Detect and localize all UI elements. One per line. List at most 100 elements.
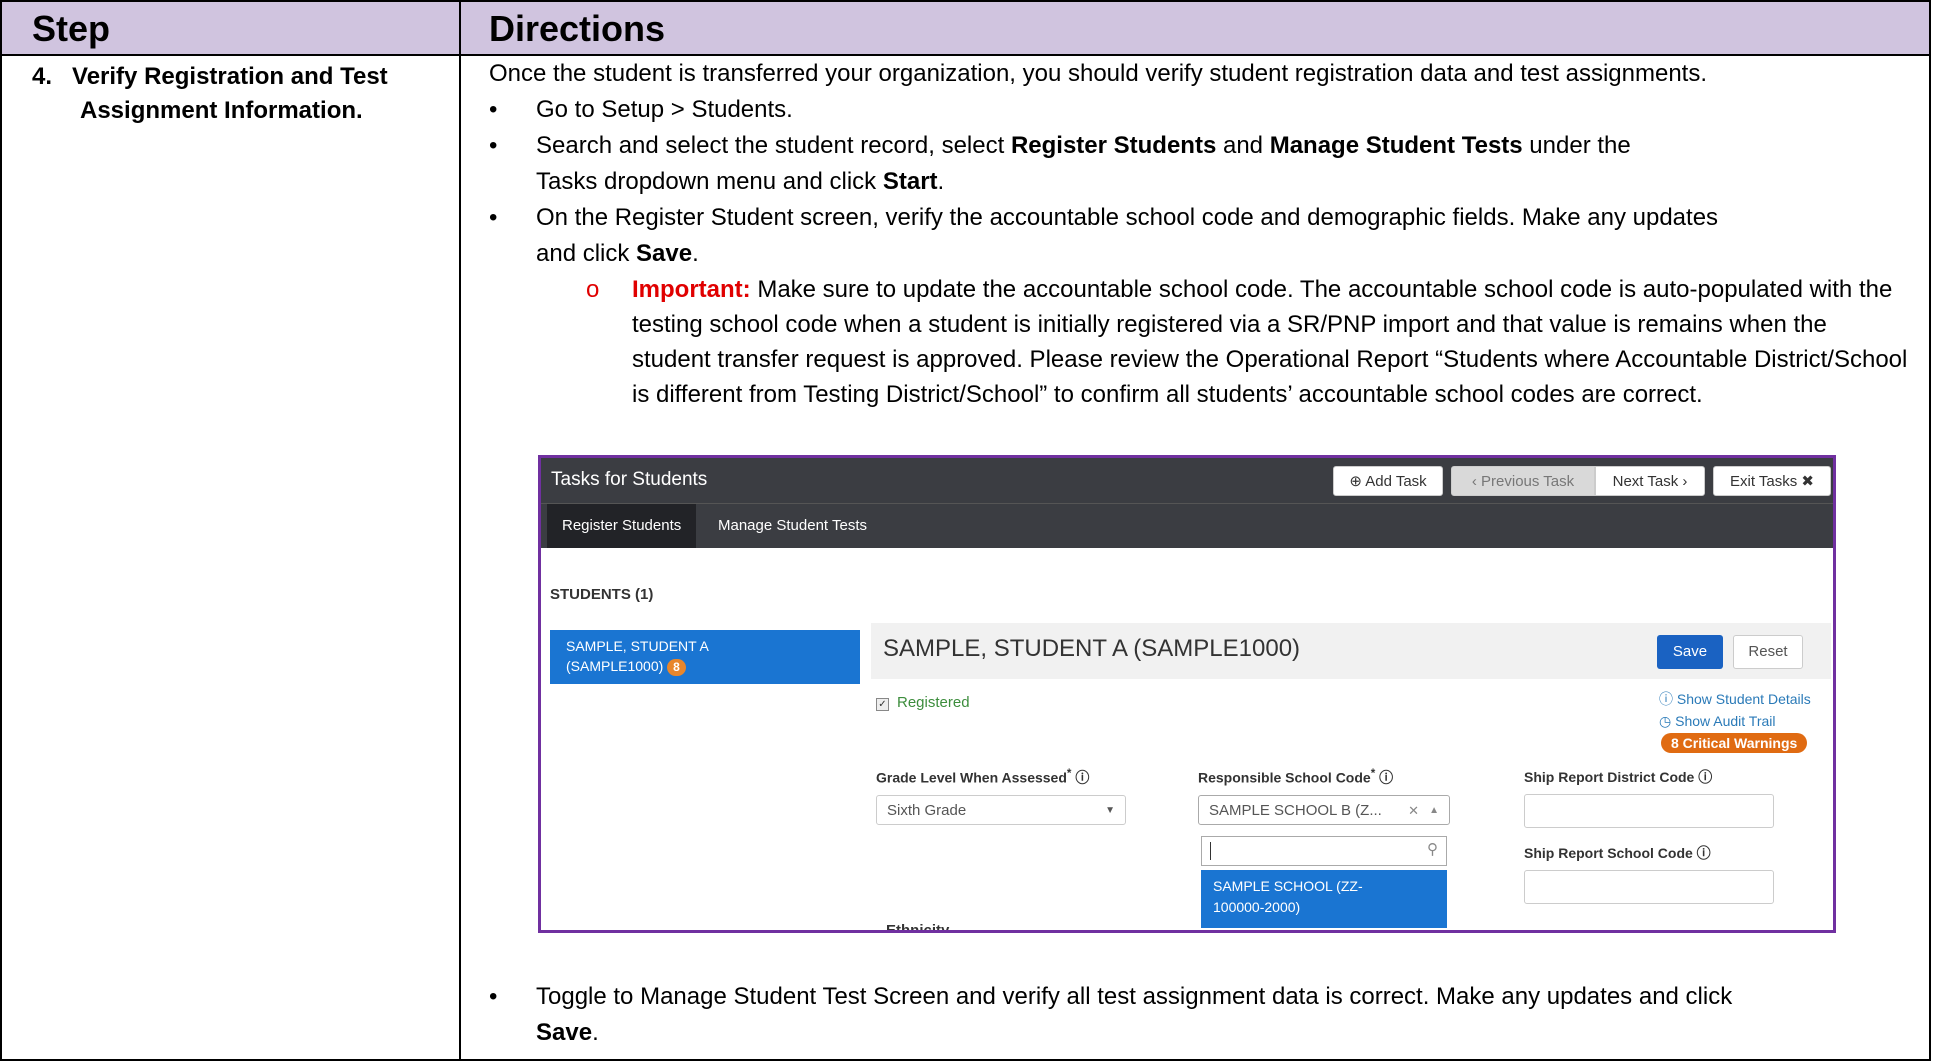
chevron-right-icon: › <box>1682 473 1688 490</box>
bold-text: Save <box>536 1019 593 1046</box>
ship-district-label: Ship Report District Code ⓘ <box>1524 767 1712 787</box>
bullet-item: • Go to Setup > Students. <box>489 92 1909 128</box>
bullet-item: • Search and select the student record, … <box>489 128 1909 200</box>
ship-school-input[interactable] <box>1524 870 1774 904</box>
bullet-text: On the Register Student screen, verify t… <box>536 204 1719 231</box>
option-line1: SAMPLE SCHOOL (ZZ- <box>1213 878 1363 894</box>
bullet-dot: • <box>489 983 498 1010</box>
option-line2: 100000-2000) <box>1213 899 1301 915</box>
ship-school-label: Ship Report School Code ⓘ <box>1524 843 1711 863</box>
info-icon: ⓘ <box>1696 845 1711 861</box>
grade-value: Sixth Grade <box>887 802 967 819</box>
bullet-dot: • <box>489 96 498 123</box>
previous-task-button[interactable]: ‹ Previous Task <box>1451 466 1595 496</box>
add-task-button[interactable]: ⊕ Add Task <box>1333 466 1443 496</box>
bullet-item: • On the Register Student screen, verify… <box>489 200 1909 272</box>
bullet-text: . <box>592 1019 599 1046</box>
exit-tasks-label: Exit Tasks <box>1730 473 1798 490</box>
step-cell: 4. Verify Registration and Test Assignme… <box>32 60 388 128</box>
show-audit-trail-link[interactable]: ◷ Show Audit Trail <box>1659 710 1811 732</box>
student-name-title: SAMPLE, STUDENT A (SAMPLE1000) <box>883 635 1301 662</box>
critical-warnings-badge[interactable]: 8 Critical Warnings <box>1661 733 1808 753</box>
tasks-title: Tasks for Students <box>551 469 708 490</box>
header-step: Step <box>32 8 111 49</box>
search-icon: ⚲ <box>1427 841 1438 858</box>
ship-district-text: Ship Report District Code <box>1524 769 1695 785</box>
close-icon: ✖ <box>1801 473 1814 490</box>
grade-level-label: Grade Level When Assessed* ⓘ <box>876 767 1090 786</box>
school-search-input[interactable]: ⚲ <box>1201 836 1447 866</box>
tasks-title-bar: Tasks for Students ⊕ Add Task ‹ Previous… <box>541 458 1833 503</box>
info-icon: ⓘ <box>1379 769 1394 786</box>
embedded-screenshot: Tasks for Students ⊕ Add Task ‹ Previous… <box>538 455 1836 933</box>
info-icon: ⓘ <box>1698 769 1713 785</box>
tab-register-students[interactable]: Register Students <box>547 504 697 548</box>
bold-text: Register Students <box>1010 132 1217 159</box>
bullet-dot: • <box>489 204 498 231</box>
directions-cell: Once the student is transferred your org… <box>489 56 1909 412</box>
chevron-down-icon: ▼ <box>1105 805 1115 816</box>
bullet-text: and click <box>536 240 637 267</box>
clock-icon: ◷ <box>1659 713 1672 729</box>
bold-text: Save <box>636 240 693 267</box>
tasks-tabs: Register Students Manage Student Tests <box>541 503 1833 548</box>
next-task-label: Next Task <box>1612 473 1679 490</box>
next-task-button[interactable]: Next Task › <box>1595 466 1705 496</box>
registered-label: Registered <box>897 694 970 711</box>
column-divider <box>459 2 461 1059</box>
sub-bullet-marker: o <box>586 276 600 303</box>
tab-manage-student-tests[interactable]: Manage Student Tests <box>703 504 882 548</box>
add-task-label: Add Task <box>1365 473 1427 490</box>
bullet-text: Search and select the student record, se… <box>536 132 1011 159</box>
student-list-item[interactable]: SAMPLE, STUDENT A (SAMPLE1000) 8 <box>550 630 860 684</box>
step-title-line2: Assignment Information. <box>80 97 363 124</box>
bullet-text: under the <box>1522 132 1631 159</box>
warning-count-badge: 8 <box>667 659 686 676</box>
info-icon: ⓘ <box>1075 769 1090 786</box>
intro-text: Once the student is transferred your org… <box>489 60 1708 87</box>
student-panel-header: SAMPLE, STUDENT A (SAMPLE1000) Save Rese… <box>871 623 1831 679</box>
info-icon: ⓘ <box>1659 691 1673 707</box>
grade-label-text: Grade Level When Assessed <box>876 769 1067 786</box>
responsible-school-label: Responsible School Code* ⓘ <box>1198 767 1394 786</box>
ethnicity-label: Ethnicity <box>886 922 950 933</box>
reset-button[interactable]: Reset <box>1733 635 1803 669</box>
student-item-id: (SAMPLE1000) <box>566 658 664 674</box>
ship-district-input[interactable] <box>1524 794 1774 828</box>
bold-text: Start <box>882 168 938 195</box>
step-title-line1: 4. Verify Registration and Test <box>32 63 388 90</box>
plus-circle-icon: ⊕ <box>1349 473 1362 490</box>
student-item-name: SAMPLE, STUDENT A <box>566 638 709 654</box>
bullet-text: Go to Setup > Students. <box>536 96 793 123</box>
bullet-item: • Toggle to Manage Student Test Screen a… <box>489 979 1933 1051</box>
students-heading: STUDENTS (1) <box>550 586 654 603</box>
school-option[interactable]: SAMPLE SCHOOL (ZZ- 100000-2000) <box>1201 870 1447 928</box>
responsible-school-select[interactable]: SAMPLE SCHOOL B (Z... ✕ ▲ <box>1198 795 1450 825</box>
ship-school-text: Ship Report School Code <box>1524 845 1693 861</box>
show-details-label: Show Student Details <box>1676 691 1811 707</box>
registered-checkbox[interactable]: ✓ Registered <box>876 694 970 711</box>
resp-value: SAMPLE SCHOOL B (Z... <box>1209 802 1382 819</box>
chevron-up-icon: ▲ <box>1429 805 1439 816</box>
bold-text: Manage Student Tests <box>1269 132 1523 159</box>
previous-task-label: Previous Task <box>1481 473 1575 490</box>
important-label: Important: <box>632 276 751 303</box>
bullet-text: Tasks dropdown menu and click <box>536 168 883 195</box>
show-audit-label: Show Audit Trail <box>1675 713 1776 729</box>
important-text: Make sure to update the accountable scho… <box>632 276 1908 408</box>
bullet-text: Toggle to Manage Student Test Screen and… <box>536 983 1733 1010</box>
header-directions: Directions <box>489 8 666 49</box>
save-button[interactable]: Save <box>1657 635 1723 669</box>
show-student-details-link[interactable]: ⓘ Show Student Details <box>1659 688 1811 710</box>
checkbox-checked-icon: ✓ <box>876 698 889 711</box>
resp-label-text: Responsible School Code <box>1198 769 1371 786</box>
grade-level-select[interactable]: Sixth Grade ▼ <box>876 795 1126 825</box>
bullet-text: and <box>1216 132 1270 159</box>
student-links: ⓘ Show Student Details ◷ Show Audit Trai… <box>1659 688 1811 754</box>
exit-tasks-button[interactable]: Exit Tasks ✖ <box>1713 466 1831 496</box>
text-cursor <box>1210 842 1211 860</box>
clear-icon[interactable]: ✕ <box>1408 796 1419 826</box>
bullet-text: . <box>692 240 699 267</box>
table-header-row: Step Directions <box>2 2 1929 56</box>
sub-bullet-item: o Important: Make sure to update the acc… <box>489 272 1909 412</box>
